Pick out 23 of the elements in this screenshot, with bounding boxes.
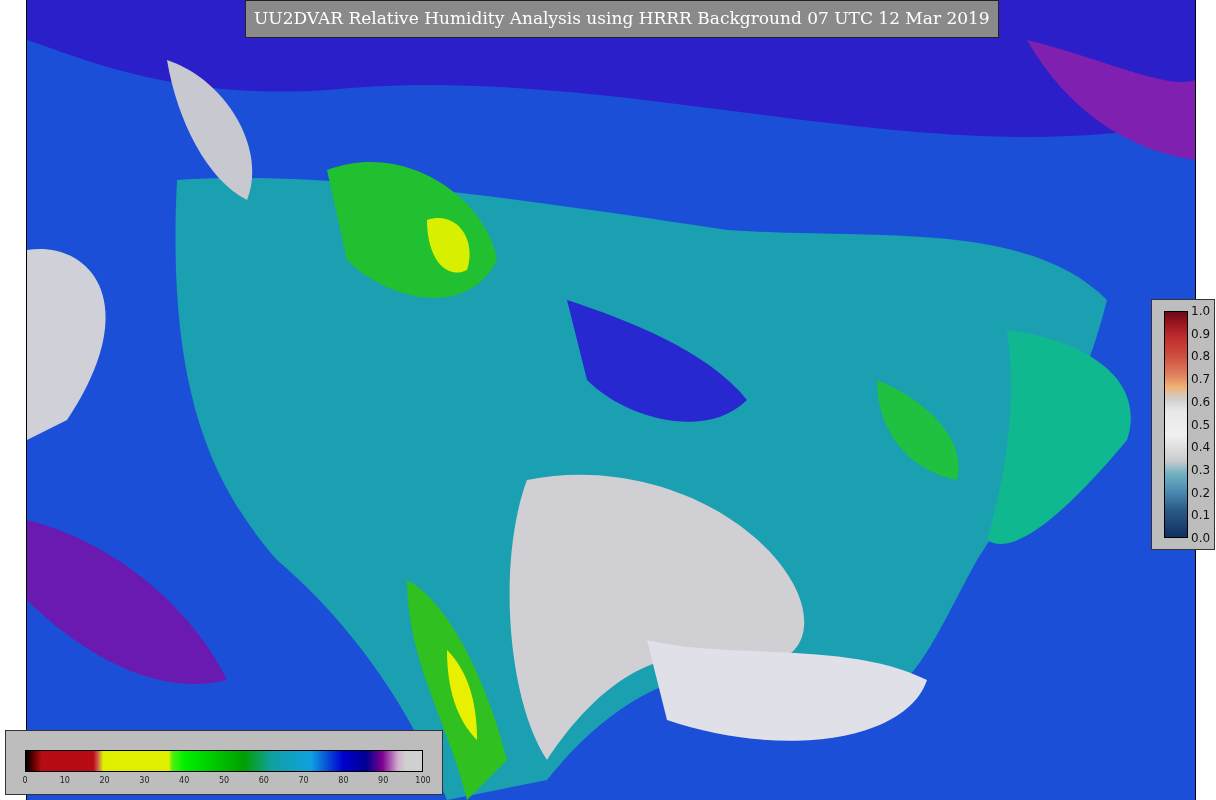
tick-label: 0.6: [1191, 394, 1211, 409]
tick-label: 10: [59, 776, 70, 785]
tick-label: 0.0: [1191, 531, 1211, 545]
tick-label: 50: [218, 776, 230, 785]
tick-label: 0.3: [1191, 462, 1211, 477]
tick-label: 0.8: [1191, 349, 1211, 364]
tick-label: 0.1: [1191, 508, 1211, 523]
map-title: UU2DVAR Relative Humidity Analysis using HRRR Background 07 UTC 12 Mar 2019: [245, 0, 999, 38]
tick-label: 40: [179, 776, 190, 785]
tick-label: 0.9: [1191, 326, 1211, 341]
tick-label: 0.5: [1191, 417, 1211, 432]
tick-label: 0.7: [1191, 372, 1211, 387]
tick-label: 1.0: [1191, 304, 1211, 318]
tick-label: 90: [378, 776, 389, 785]
tick-label: 0.2: [1191, 485, 1211, 500]
tick-label: 30: [139, 776, 150, 785]
tick-label: 0: [22, 776, 28, 785]
tick-label: 100: [415, 776, 431, 785]
tick-label: 60: [258, 776, 269, 785]
tick-label: 0.4: [1191, 440, 1211, 455]
tick-label: 80: [338, 776, 349, 785]
tick-label: 70: [298, 776, 309, 785]
tick-label: 20: [99, 776, 110, 785]
